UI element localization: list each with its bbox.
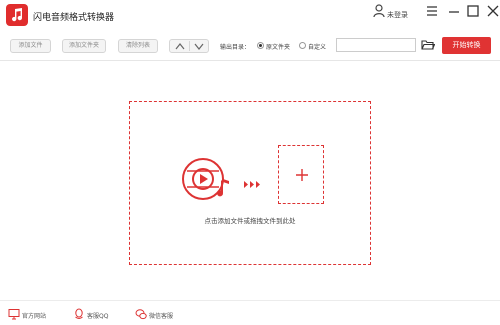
folder-open-icon[interactable] bbox=[421, 39, 435, 51]
wechat-support-label: 微信客服 bbox=[149, 313, 174, 320]
login-status: 未登录 bbox=[387, 11, 408, 19]
user-icon bbox=[373, 4, 385, 18]
toolbar-divider bbox=[0, 60, 500, 61]
add-file-button[interactable]: 添加文件 bbox=[10, 39, 51, 53]
source-folder-radio[interactable] bbox=[257, 42, 264, 49]
maximize-icon[interactable] bbox=[465, 3, 481, 19]
add-folder-button[interactable]: 添加文件夹 bbox=[62, 39, 106, 53]
app-logo bbox=[6, 4, 28, 26]
footer-bar: 官方网站 客服QQ 微信客服 bbox=[0, 304, 500, 325]
output-dir-label: 输出目录： bbox=[220, 44, 251, 51]
custom-folder-label[interactable]: 自定义 bbox=[308, 42, 326, 51]
monitor-icon bbox=[8, 309, 20, 320]
custom-folder-radio[interactable] bbox=[299, 42, 306, 49]
file-drop-zone[interactable]: 点击添加文件或拖拽文件到此处 bbox=[129, 101, 371, 265]
clear-list-button[interactable]: 清除列表 bbox=[118, 39, 158, 53]
title-bar: 闪电音频格式转换器 未登录 bbox=[0, 0, 500, 30]
output-path-input[interactable] bbox=[336, 38, 416, 52]
add-file-box[interactable] bbox=[278, 145, 324, 204]
app-title: 闪电音频格式转换器 bbox=[33, 13, 115, 23]
qq-icon bbox=[75, 308, 83, 319]
start-convert-button[interactable]: 开始转换 bbox=[442, 37, 491, 54]
wechat-icon bbox=[135, 309, 147, 320]
move-down-icon[interactable] bbox=[194, 42, 204, 51]
menu-icon[interactable] bbox=[424, 3, 440, 19]
arrow-right-icon bbox=[244, 181, 260, 188]
footer-divider bbox=[0, 300, 500, 301]
close-icon[interactable] bbox=[485, 3, 500, 19]
source-folder-label[interactable]: 原文件夹 bbox=[266, 42, 290, 51]
qq-support-label: 客服QQ bbox=[87, 313, 109, 320]
move-up-icon[interactable] bbox=[175, 42, 185, 51]
music-note-icon bbox=[12, 8, 23, 22]
plus-icon bbox=[296, 169, 308, 181]
website-label: 官方网站 bbox=[22, 313, 47, 320]
minimize-icon[interactable] bbox=[446, 3, 462, 19]
toolbar: 添加文件 添加文件夹 清除列表 输出目录： 原文件夹 自定义 开始转换 bbox=[0, 34, 500, 56]
reorder-buttons bbox=[169, 39, 209, 53]
drop-hint-text: 点击添加文件或拖拽文件到此处 bbox=[204, 217, 296, 225]
audio-video-icon bbox=[182, 158, 229, 200]
